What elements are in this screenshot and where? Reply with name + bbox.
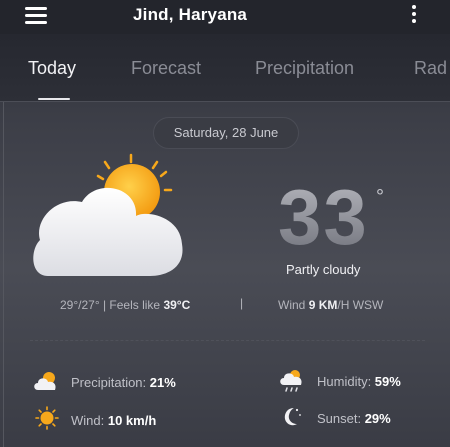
partly-cloudy-icon (33, 153, 183, 276)
cloud-sun-icon (34, 372, 56, 390)
wind-value: 10 km/h (107, 413, 157, 428)
tab-radar[interactable]: Rad (414, 58, 447, 79)
precipitation-label: Precipitation: (71, 375, 150, 390)
tab-precipitation[interactable]: Precipitation (255, 58, 354, 79)
wind-summary-value: 9 KM (308, 298, 338, 312)
sunset-value: 29% (364, 411, 391, 426)
active-tab-indicator (38, 98, 70, 100)
precipitation-stat: Precipitation: 21% (71, 375, 176, 390)
tab-forecast[interactable]: Forecast (131, 58, 201, 79)
moon-stars-icon (284, 408, 301, 426)
wind-label: Wind: (71, 413, 108, 428)
wind-prefix: Wind (278, 298, 309, 312)
precipitation-value: 21% (149, 375, 176, 390)
temp-range: 29°/27° | Feels like (60, 298, 164, 312)
wind-summary: Wind 9 KM/H WSW (278, 298, 383, 312)
humidity-stat: Humidity: 59% (317, 374, 401, 389)
condition-text: Partly cloudy (286, 262, 361, 277)
hamburger-menu-icon[interactable] (25, 7, 47, 24)
meta-separator: | (240, 296, 244, 310)
more-options-icon[interactable] (410, 5, 418, 27)
temperature-block: 33 ° Partly cloudy (270, 173, 400, 280)
temp-range-feels-like: 29°/27° | Feels like 39°C (60, 298, 190, 312)
wind-suffix: /H WSW (337, 298, 384, 312)
sunset-label: Sunset: (317, 411, 365, 426)
tab-today[interactable]: Today (28, 58, 76, 79)
section-divider (30, 340, 425, 341)
date-pill: Saturday, 28 June (153, 117, 299, 149)
cloud-shape (33, 187, 183, 276)
top-app-bar: Jind, Haryana (0, 0, 450, 34)
rain-cloud-icon (280, 370, 302, 392)
location-title[interactable]: Jind, Haryana (133, 5, 247, 25)
humidity-value: 59% (374, 374, 401, 389)
tab-bar: Today Forecast Precipitation Rad (0, 34, 450, 102)
sunset-stat: Sunset: 29% (317, 411, 391, 426)
temperature-value: 33 (278, 173, 369, 261)
feels-like-value: 39°C (163, 298, 191, 312)
humidity-label: Humidity: (317, 374, 375, 389)
degree-symbol: ° (376, 186, 384, 208)
sun-icon (35, 406, 59, 430)
wind-stat: Wind: 10 km/h (71, 413, 156, 428)
